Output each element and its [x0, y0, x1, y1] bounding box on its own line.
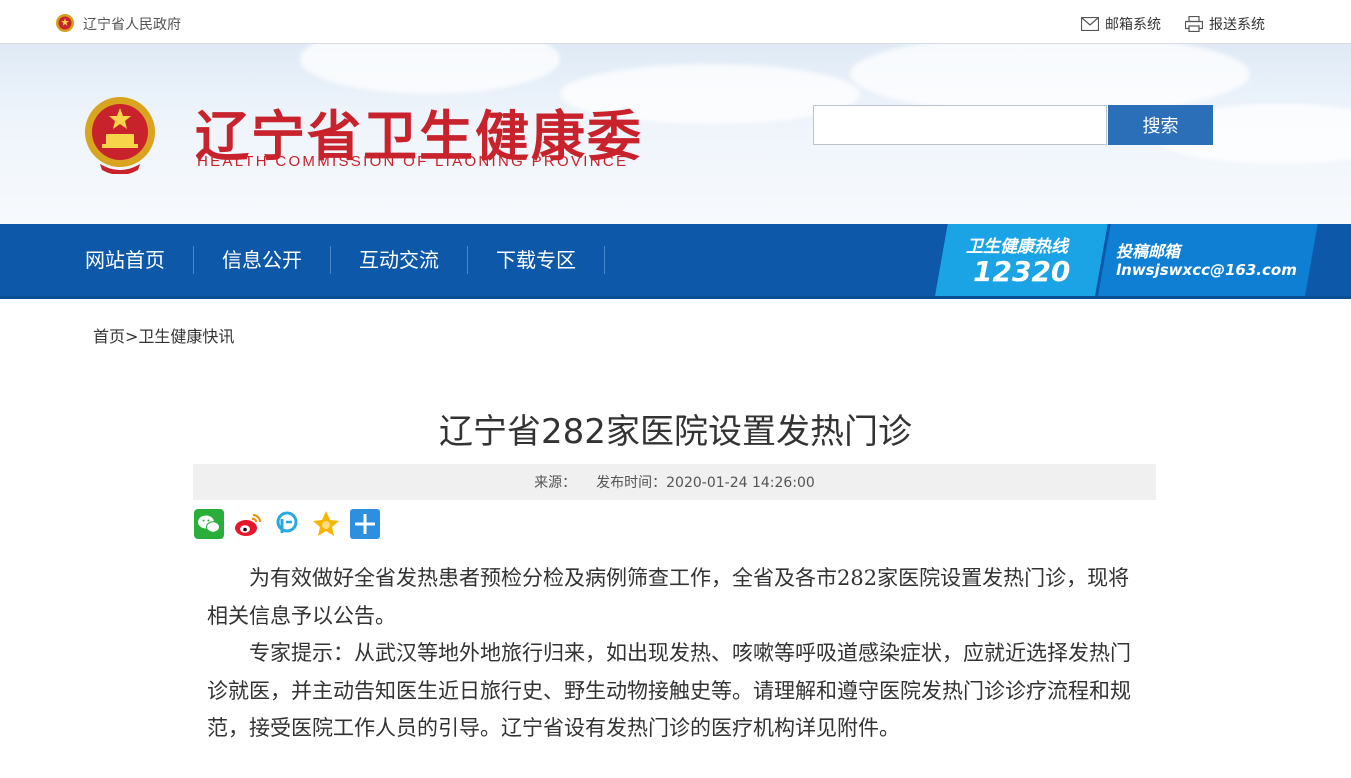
- search-input[interactable]: [813, 105, 1107, 145]
- cloud-decoration: [300, 44, 560, 94]
- favorite-icon[interactable]: [310, 508, 341, 539]
- mail-system-link[interactable]: 邮箱系统: [1081, 14, 1161, 34]
- article-paragraph: 专家提示：从武汉等地外地旅行归来，如出现发热、咳嗽等呼吸道感染症状，应就近选择发…: [207, 641, 1131, 740]
- top-utility-bar: 辽宁省人民政府 邮箱系统 报送系统: [0, 0, 1351, 44]
- national-emblem-logo: [85, 97, 155, 174]
- article-body: 为有效做好全省发热患者预检分检及病例筛查工作，全省及各市282家医院设置发热门诊…: [207, 560, 1147, 748]
- nav-item-home[interactable]: 网站首页: [66, 246, 194, 274]
- printer-icon: [1185, 16, 1203, 32]
- article-title: 辽宁省282家医院设置发热门诊: [439, 412, 912, 452]
- hotline-number: 12320: [973, 255, 1071, 288]
- cloud-decoration: [850, 44, 1250, 114]
- main-nav-bar: 网站首页 信息公开 互动交流 下载专区 卫生健康热线 12320 投稿邮箱 ln…: [0, 224, 1351, 296]
- report-system-link[interactable]: 报送系统: [1185, 14, 1265, 34]
- publish-time-label: 发布时间：: [596, 475, 667, 491]
- provincial-government-link[interactable]: 辽宁省人民政府: [83, 14, 181, 34]
- share-toolbar: [193, 508, 380, 540]
- wechat-icon[interactable]: [193, 508, 224, 539]
- mailbox-label: 投稿邮箱: [1116, 242, 1181, 261]
- article-paragraph: 为有效做好全省发热患者预检分检及病例筛查工作，全省及各市282家医院设置发热门诊…: [207, 566, 1130, 628]
- breadcrumb-home[interactable]: 首页: [93, 327, 125, 346]
- publish-time-value: 2020-01-24 14:26:00: [666, 475, 815, 491]
- nav-item-info-disclosure[interactable]: 信息公开: [194, 246, 331, 274]
- more-share-icon[interactable]: [349, 508, 380, 539]
- qzone-icon[interactable]: [271, 508, 302, 539]
- weibo-icon[interactable]: [232, 508, 263, 539]
- nav-bottom-border: [0, 296, 1351, 299]
- source-label: 来源：: [534, 475, 577, 491]
- national-emblem-icon: [56, 14, 74, 32]
- search-button[interactable]: 搜索: [1108, 105, 1213, 145]
- hotline-label: 卫生健康热线: [966, 237, 1068, 257]
- article-meta-bar: 来源： 发布时间：2020-01-24 14:26:00: [193, 464, 1156, 500]
- publish-time: 发布时间：2020-01-24 14:26:00: [596, 472, 815, 492]
- mail-system-label: 邮箱系统: [1105, 17, 1161, 33]
- breadcrumb: 首页>卫生健康快讯: [93, 323, 234, 347]
- site-title-english: HEALTH COMMISSION OF LIAONING PROVINCE: [197, 153, 629, 170]
- header-banner: 辽宁省卫生健康委 HEALTH COMMISSION OF LIAONING P…: [0, 44, 1351, 224]
- envelope-icon: [1081, 17, 1099, 31]
- report-system-label: 报送系统: [1209, 17, 1265, 33]
- nav-item-interaction[interactable]: 互动交流: [331, 246, 468, 274]
- breadcrumb-current[interactable]: 卫生健康快讯: [138, 327, 234, 346]
- breadcrumb-separator: >: [125, 327, 139, 346]
- nav-item-downloads[interactable]: 下载专区: [468, 246, 605, 274]
- mailbox-email[interactable]: lnwsjswxcc@163.com: [1116, 261, 1297, 279]
- nav-menu: 网站首页 信息公开 互动交流 下载专区: [66, 224, 605, 296]
